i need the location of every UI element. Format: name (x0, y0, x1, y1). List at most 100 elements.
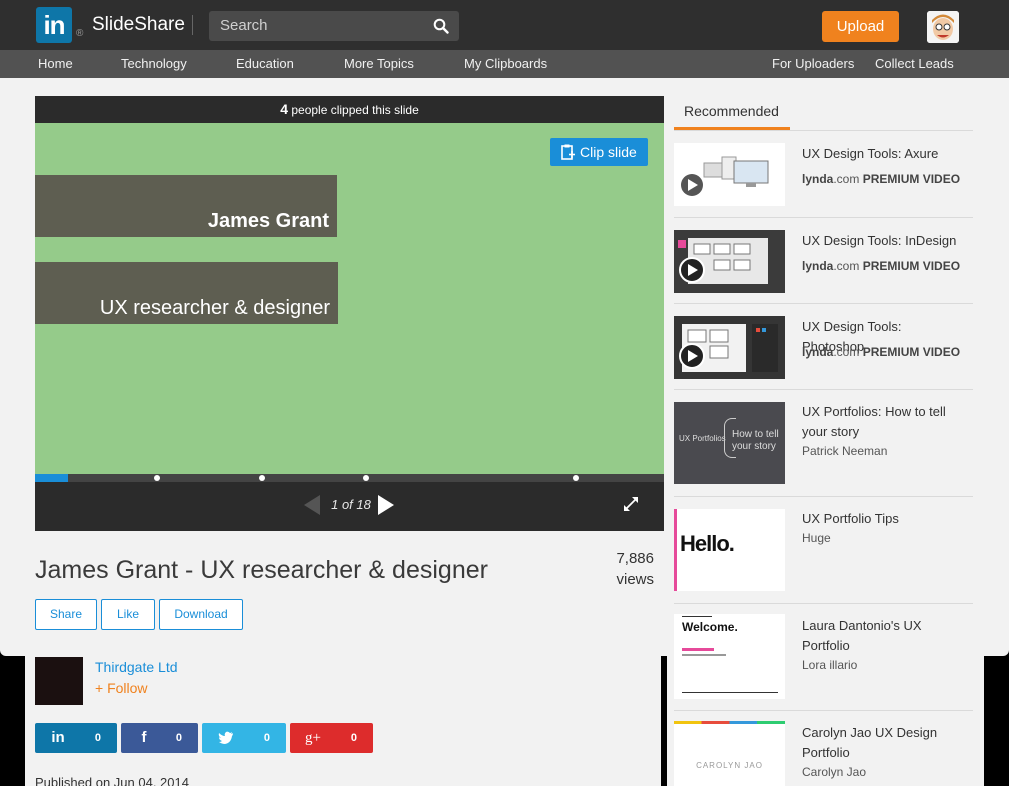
thumb-bottom-rule (682, 692, 778, 693)
recommended-author: Patrick Neeman (802, 444, 888, 458)
search-icon[interactable] (433, 18, 449, 34)
source-type: PREMIUM VIDEO (859, 345, 961, 359)
progress-marker[interactable] (363, 475, 369, 481)
googleplus-share-count: 0 (350, 732, 357, 744)
googleplus-share-button[interactable]: g+ 0 (290, 723, 373, 753)
slide-view[interactable]: Clip slide James Grant UX researcher & d… (35, 123, 664, 474)
progress-marker[interactable] (259, 475, 265, 481)
search-placeholder: Search (220, 17, 268, 34)
upload-button[interactable]: Upload (822, 11, 899, 42)
like-button[interactable]: Like (101, 599, 155, 630)
header-divider (192, 15, 193, 35)
recommended-item[interactable]: UX Design Tools: InDesign lynda.com PREM… (674, 218, 973, 304)
thumb-gray-line (682, 654, 726, 656)
recommended-author: Lora illario (802, 658, 858, 672)
nav-collect-leads[interactable]: Collect Leads (875, 50, 954, 78)
slide-role: UX researcher & designer (99, 297, 330, 319)
recommended-thumbnail[interactable]: UX Portfolios How to tell your story (674, 402, 785, 484)
page-indicator: 1 of 18 (331, 497, 371, 512)
slide-pager: 1 of 18 (35, 493, 664, 517)
search-input[interactable]: Search (209, 11, 459, 41)
recommended-thumbnail[interactable]: Welcome. (674, 614, 785, 699)
published-date: Published on Jun 04, 2014 (35, 775, 189, 786)
user-avatar[interactable] (927, 11, 959, 43)
recommended-item[interactable]: UX Portfolios How to tell your story UX … (674, 390, 973, 497)
googleplus-icon: g+ (305, 730, 321, 746)
linkedin-share-button[interactable]: in 0 (35, 723, 117, 753)
recommended-title[interactable]: UX Portfolio Tips (802, 509, 967, 529)
recommended-source: lynda.com PREMIUM VIDEO (802, 172, 960, 186)
source-domain: .com (833, 172, 860, 186)
recommended-title[interactable]: Carolyn Jao UX Design Portfolio (802, 723, 967, 763)
source-domain: .com (833, 345, 860, 359)
source-domain: .com (833, 259, 860, 273)
recommended-heading[interactable]: Recommended (684, 103, 779, 119)
recommended-item[interactable]: UX Design Tools: Photoshop lynda.com PRE… (674, 304, 973, 390)
recommended-thumbnail[interactable] (674, 143, 785, 206)
presentation-title: James Grant - UX researcher & designer (35, 556, 488, 584)
views-count: 7,886 (616, 550, 654, 567)
clip-count-text: people clipped this slide (288, 103, 419, 117)
recommended-title[interactable]: Laura Dantonio's UX Portfolio (802, 616, 967, 656)
views-label: views (616, 571, 654, 588)
recommended-item[interactable]: Welcome. Laura Dantonio's UX Portfolio L… (674, 604, 973, 711)
slide-name: James Grant (207, 210, 329, 232)
linkedin-share-count: 0 (94, 732, 101, 744)
clip-slide-button[interactable]: Clip slide (550, 138, 648, 166)
clip-count-banner: 4 people clipped this slide (35, 96, 664, 123)
recommended-title[interactable]: UX Design Tools: Axure (802, 144, 967, 164)
recommended-source: lynda.com PREMIUM VIDEO (802, 345, 960, 359)
nav-education[interactable]: Education (236, 50, 294, 78)
source-brand: lynda (802, 172, 834, 186)
source-brand: lynda (802, 259, 834, 273)
slide-progress-bar[interactable] (35, 474, 664, 482)
recommended-author: Carolyn Jao (802, 765, 867, 779)
linkedin-logo[interactable]: in (36, 7, 72, 43)
clipboard-icon (561, 144, 575, 160)
nav-my-clipboards[interactable]: My Clipboards (464, 50, 547, 78)
avatar-face-icon (927, 11, 959, 43)
author-name-link[interactable]: Thirdgate Ltd (95, 659, 178, 675)
nav-technology[interactable]: Technology (121, 50, 187, 78)
thumb-rule (682, 616, 712, 617)
twitter-share-count: 0 (263, 732, 270, 744)
source-type: PREMIUM VIDEO (859, 259, 961, 273)
recommended-thumbnail[interactable]: CAROLYN JAO (674, 721, 785, 786)
recommended-item[interactable]: UX Design Tools: Axure lynda.com PREMIUM… (674, 131, 973, 218)
recommended-author: Huge (802, 531, 831, 545)
recommended-item[interactable]: CAROLYN JAO Carolyn Jao UX Design Portfo… (674, 711, 973, 786)
thumb-welcome-text: Welcome. (682, 620, 738, 634)
recommended-thumbnail[interactable]: Hello. (674, 509, 785, 591)
recommended-thumbnail[interactable] (674, 230, 785, 293)
share-button[interactable]: Share (35, 599, 97, 630)
nav-for-uploaders[interactable]: For Uploaders (772, 50, 854, 78)
nav-more-topics[interactable]: More Topics (344, 50, 414, 78)
slide-role-bar: UX researcher & designer (35, 262, 338, 324)
fullscreen-icon[interactable] (623, 496, 639, 512)
facebook-share-button[interactable]: f 0 (121, 723, 198, 753)
clip-count-number: 4 (280, 101, 289, 117)
recommended-thumbnail[interactable] (674, 316, 785, 379)
thumb-hello-text: Hello. (680, 531, 735, 556)
recommended-item[interactable]: Hello. UX Portfolio Tips Huge (674, 497, 973, 604)
previous-slide-icon[interactable] (303, 494, 321, 516)
recommended-title[interactable]: UX Design Tools: InDesign (802, 231, 967, 251)
source-brand: lynda (802, 345, 834, 359)
brand-name[interactable]: SlideShare (92, 14, 185, 36)
nav-home[interactable]: Home (38, 50, 73, 78)
slide-player: 4 people clipped this slide Clip slide J… (35, 96, 664, 531)
follow-button[interactable]: + Follow (95, 680, 148, 696)
top-bar: in ® SlideShare Search Upload (0, 0, 1009, 50)
thumb-color-stripe (674, 721, 785, 724)
logo-registered-mark: ® (76, 28, 84, 39)
recommended-title[interactable]: UX Portfolios: How to tell your story (802, 402, 967, 442)
progress-marker[interactable] (154, 475, 160, 481)
download-button[interactable]: Download (159, 599, 243, 630)
progress-marker[interactable] (573, 475, 579, 481)
thumb-name-text: CAROLYN JAO (696, 761, 763, 770)
twitter-share-button[interactable]: 0 (202, 723, 286, 753)
author-avatar[interactable] (35, 657, 83, 705)
next-slide-icon[interactable] (377, 494, 395, 516)
linkedin-icon: in (51, 729, 65, 746)
video-thumbnail-icon (674, 143, 785, 206)
